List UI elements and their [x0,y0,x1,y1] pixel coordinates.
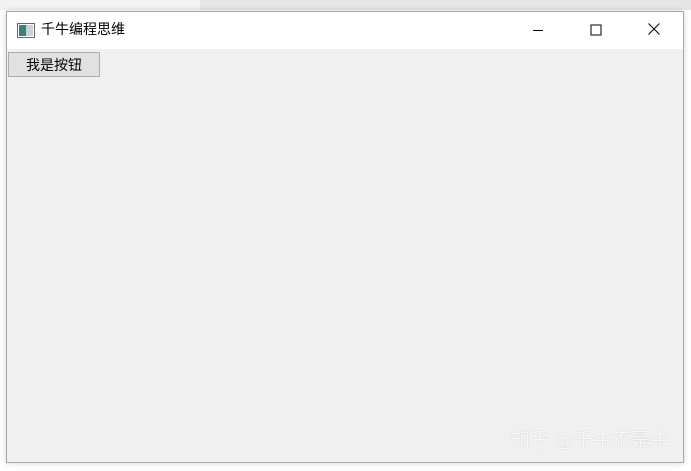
close-button[interactable] [625,12,683,49]
maximize-button[interactable] [567,12,625,49]
app-window-icon [17,23,35,38]
app-window: 千牛编程思维 我是按钮 知乎 @千牛不是牛 [6,11,684,463]
minimize-icon [532,21,544,40]
title-bar[interactable]: 千牛编程思维 [7,12,683,49]
window-title: 千牛编程思维 [41,22,125,38]
watermark-text: 知乎 @千牛不是牛 [510,429,669,451]
push-button[interactable]: 我是按钮 [8,52,100,77]
background-strip-right [200,0,691,10]
background-strip-left [0,0,200,10]
maximize-icon [590,21,602,40]
minimize-button[interactable] [509,12,567,49]
close-icon [647,21,661,40]
